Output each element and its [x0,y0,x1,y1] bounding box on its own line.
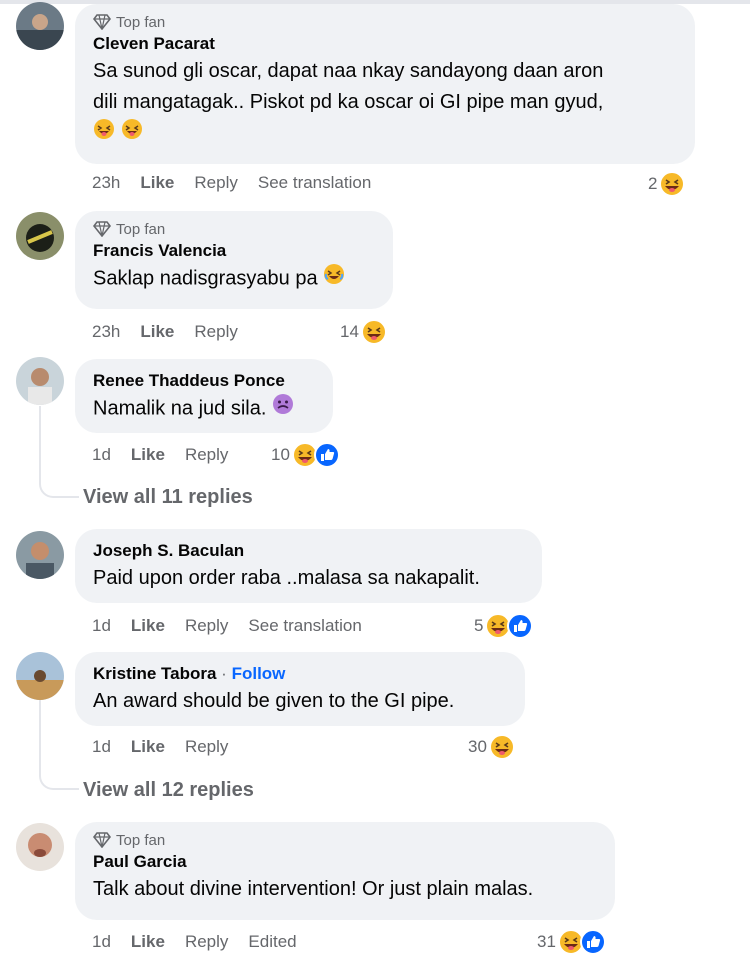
haha-icon [488,733,516,761]
like-button[interactable]: Like [131,616,165,636]
reply-button[interactable]: Reply [185,737,228,757]
see-translation-link[interactable]: See translation [258,173,371,193]
like-button[interactable]: Like [140,322,174,342]
comment-bubble: Kristine Tabora · Follow An award should… [75,652,525,726]
top-fan-badge: Top fan [93,219,375,239]
comment-text-line-1: Sa sunod gli oscar, dapat naa nkay sanda… [93,60,604,82]
haha-icon [658,170,686,198]
comment-text: Talk about divine intervention! Or just … [93,878,534,900]
diamond-icon [93,14,111,30]
comment-bubble: Top fan Francis Valencia Saklap nadisgra… [75,211,393,309]
comment-text: Namalik na jud sila. [93,393,315,425]
reaction-summary[interactable]: 2 [648,170,686,198]
top-fan-badge: Top fan [93,830,597,850]
like-button[interactable]: Like [131,737,165,757]
reaction-count: 30 [468,737,487,756]
avatar[interactable] [16,357,64,405]
comment-bubble: Renee Thaddeus Ponce Namalik na jud sila… [75,359,333,433]
top-fan-badge: Top fan [93,12,677,32]
comment-actions: 1d Like Reply Edited [92,930,317,954]
like-icon [506,612,534,640]
thread-connector [39,478,79,498]
comment-actions: 23h Like Reply [92,320,258,344]
thread-line [39,406,41,484]
sick-face-emoji [272,393,294,425]
thread-connector [39,770,79,790]
author-name[interactable]: Renee Thaddeus Ponce [93,369,315,393]
comment-bubble: Joseph S. Baculan Paid upon order raba .… [75,529,542,603]
reply-button[interactable]: Reply [185,616,228,636]
comment-actions: 1d Like Reply See translation [92,614,382,638]
reaction-summary[interactable]: 31 [537,928,606,956]
avatar[interactable] [16,652,64,700]
reaction-count: 5 [474,616,484,635]
author-name-row: Kristine Tabora · Follow [93,662,507,686]
comment-text: Saklap nadisgrasyabu pa [93,263,375,295]
reaction-count: 31 [537,932,556,951]
view-replies-link[interactable]: View all 11 replies [83,486,253,509]
comment-actions: 1d Like Reply [92,735,248,759]
emoji-line [93,118,677,147]
reaction-count: 2 [648,174,658,193]
comment-bubble: Top fan Cleven Pacarat Sa sunod gli osca… [75,4,695,164]
laughing-tongue-emoji [93,118,115,147]
laughing-tongue-emoji [121,118,143,147]
reply-button[interactable]: Reply [194,173,237,193]
see-translation-link[interactable]: See translation [248,616,361,636]
view-replies-link[interactable]: View all 12 replies [83,779,254,802]
comment-text: An award should be given to the GI pipe. [93,690,455,712]
like-button[interactable]: Like [131,932,165,952]
haha-icon [360,318,388,346]
avatar[interactable] [16,531,64,579]
timestamp[interactable]: 1d [92,932,111,952]
thread-line [39,700,41,776]
avatar[interactable] [16,212,64,260]
reaction-summary[interactable]: 10 [271,441,340,469]
reply-button[interactable]: Reply [185,932,228,952]
reply-button[interactable]: Reply [194,322,237,342]
comment-actions: 23h Like Reply See translation [92,171,391,195]
author-name[interactable]: Paul Garcia [93,850,597,874]
comment-actions: 1d Like Reply [92,443,248,467]
timestamp[interactable]: 23h [92,173,120,193]
author-name[interactable]: Joseph S. Baculan [93,539,524,563]
like-button[interactable]: Like [131,445,165,465]
diamond-icon [93,221,111,237]
reaction-summary[interactable]: 14 [340,318,387,346]
follow-button[interactable]: Follow [232,664,286,683]
crying-laughing-emoji [323,263,345,295]
reply-button[interactable]: Reply [185,445,228,465]
like-icon [579,928,607,956]
avatar[interactable] [16,823,64,871]
timestamp[interactable]: 1d [92,445,111,465]
edited-label[interactable]: Edited [248,932,296,952]
comment-text-line-2: dili mangatagak.. Piskot pd ka oscar oi … [93,91,604,113]
comment-bubble: Top fan Paul Garcia Talk about divine in… [75,822,615,920]
reaction-count: 10 [271,445,290,464]
separator-dot: · [221,664,227,683]
like-icon [313,441,341,469]
reaction-summary[interactable]: 30 [468,733,515,761]
reaction-summary[interactable]: 5 [474,612,534,640]
timestamp[interactable]: 1d [92,616,111,636]
author-name[interactable]: Francis Valencia [93,239,375,263]
author-name[interactable]: Cleven Pacarat [93,32,677,56]
comment-text: Paid upon order raba ..malasa sa nakapal… [93,567,480,589]
reaction-count: 14 [340,322,359,341]
like-button[interactable]: Like [140,173,174,193]
avatar[interactable] [16,2,64,50]
diamond-icon [93,832,111,848]
timestamp[interactable]: 1d [92,737,111,757]
author-name[interactable]: Kristine Tabora [93,664,216,683]
timestamp[interactable]: 23h [92,322,120,342]
